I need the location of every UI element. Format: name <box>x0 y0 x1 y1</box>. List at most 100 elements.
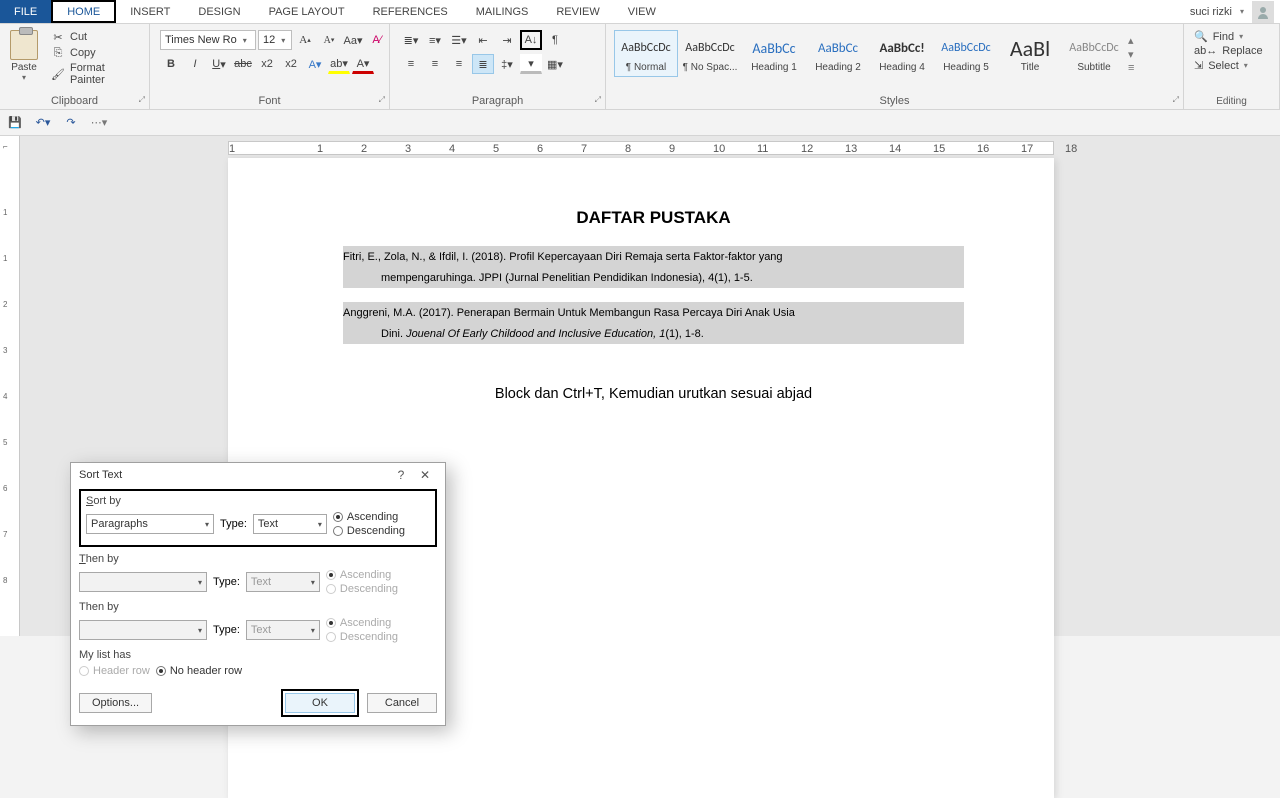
horizontal-ruler: 1123456789101112131415161718 <box>228 141 1054 155</box>
editing-group-label: Editing <box>1184 94 1279 109</box>
cut-button[interactable]: ✂Cut <box>48 29 143 45</box>
doc-title: DAFTAR PUSTAKA <box>343 208 964 228</box>
qat-more-icon[interactable]: ⋯▾ <box>90 114 108 132</box>
tab-references[interactable]: REFERENCES <box>359 0 462 23</box>
underline-icon[interactable]: U▾ <box>208 54 230 74</box>
style-h2[interactable]: AaBbCcHeading 2 <box>806 30 870 77</box>
cancel-button[interactable]: Cancel <box>367 693 437 713</box>
sort-by-section: Sort by Paragraphs▾ Type: Text▾ Ascendin… <box>79 489 437 547</box>
font-color-icon[interactable]: A▾ <box>352 54 374 74</box>
grow-font-icon[interactable]: A▴ <box>294 30 316 50</box>
font-group-label: Font⤢ <box>150 93 389 109</box>
options-button[interactable]: Options... <box>79 693 152 713</box>
style-h1[interactable]: AaBbCcHeading 1 <box>742 30 806 77</box>
sort-by-field-combo[interactable]: Paragraphs▾ <box>86 514 214 534</box>
save-icon[interactable]: 💾 <box>6 114 24 132</box>
header-row-radio[interactable]: Header row <box>79 665 150 677</box>
shading-icon[interactable]: ▾ <box>520 54 542 74</box>
brush-icon: 🖌 <box>51 67 65 81</box>
dialog-titlebar: Sort Text ? ✕ <box>71 463 445 487</box>
numbering-icon[interactable]: ≡▾ <box>424 30 446 50</box>
then1-asc-radio[interactable]: Ascending <box>326 569 398 581</box>
sort-icon[interactable]: A↓ <box>520 30 542 50</box>
vertical-ruler: ⌐ 1 1 2 3 4 5 6 7 8 <box>0 136 20 636</box>
redo-icon[interactable]: ↷ <box>62 114 80 132</box>
decrease-indent-icon[interactable]: ⇤ <box>472 30 494 50</box>
then2-desc-radio[interactable]: Descending <box>326 631 398 643</box>
tab-mailings[interactable]: MAILINGS <box>462 0 543 23</box>
tab-view[interactable]: VIEW <box>614 0 670 23</box>
highlight-icon[interactable]: ab▾ <box>328 54 350 74</box>
style-h5[interactable]: AaBbCcDcHeading 5 <box>934 30 998 77</box>
style-title[interactable]: AaBlTitle <box>998 30 1062 77</box>
style-subtitle[interactable]: AaBbCcDcSubtitle <box>1062 30 1126 77</box>
quick-access-toolbar: 💾 ↶▾ ↷ ⋯▾ <box>0 110 1280 136</box>
style-up-icon[interactable]: ▴ <box>1128 34 1138 47</box>
style-normal[interactable]: AaBbCcDc¶ Normal <box>614 30 678 77</box>
bold-icon[interactable]: B <box>160 54 182 74</box>
ascending-radio[interactable]: Ascending <box>333 511 405 523</box>
then-by-2-type-combo[interactable]: Text▾ <box>246 620 320 640</box>
sort-by-type-combo[interactable]: Text▾ <box>253 514 327 534</box>
then1-desc-radio[interactable]: Descending <box>326 583 398 595</box>
reference-2: Anggreni, M.A. (2017). Penerapan Bermain… <box>343 302 964 344</box>
instruction-text: Block dan Ctrl+T, Kemudian urutkan sesua… <box>343 386 964 402</box>
paste-button[interactable]: Paste ▾ <box>4 26 44 82</box>
sort-text-dialog: Sort Text ? ✕ Sort by Paragraphs▾ Type: … <box>70 462 446 726</box>
font-size-combo[interactable]: 12▾ <box>258 30 292 50</box>
borders-icon[interactable]: ▦▾ <box>544 54 566 74</box>
descending-radio[interactable]: Descending <box>333 525 405 537</box>
align-right-icon[interactable]: ≡ <box>448 54 470 74</box>
superscript-icon[interactable]: x2 <box>280 54 302 74</box>
format-painter-button[interactable]: 🖌Format Painter <box>48 61 143 87</box>
bullets-icon[interactable]: ≣▾ <box>400 30 422 50</box>
user-area[interactable]: suci rizki ▾ <box>1184 0 1280 23</box>
find-button[interactable]: 🔍Find▾ <box>1192 30 1265 43</box>
replace-button[interactable]: ab↔Replace <box>1192 45 1265 57</box>
then-by-2-field-combo[interactable]: ▾ <box>79 620 207 640</box>
strike-icon[interactable]: abc <box>232 54 254 74</box>
align-left-icon[interactable]: ≡ <box>400 54 422 74</box>
italic-icon[interactable]: I <box>184 54 206 74</box>
tab-insert[interactable]: INSERT <box>116 0 184 23</box>
styles-gallery[interactable]: AaBbCcDc¶ Normal AaBbCcDc¶ No Spac... Aa… <box>610 26 1140 77</box>
multilevel-icon[interactable]: ☰▾ <box>448 30 470 50</box>
close-icon[interactable]: ✕ <box>413 468 437 482</box>
no-header-row-radio[interactable]: No header row <box>156 665 242 677</box>
text-effects-icon[interactable]: A▾ <box>304 54 326 74</box>
then2-asc-radio[interactable]: Ascending <box>326 617 398 629</box>
increase-indent-icon[interactable]: ⇥ <box>496 30 518 50</box>
line-spacing-icon[interactable]: ‡▾ <box>496 54 518 74</box>
justify-icon[interactable]: ≣ <box>472 54 494 74</box>
subscript-icon[interactable]: x2 <box>256 54 278 74</box>
show-marks-icon[interactable]: ¶ <box>544 30 566 50</box>
font-name-combo[interactable]: Times New Ro▾ <box>160 30 256 50</box>
tab-review[interactable]: REVIEW <box>542 0 613 23</box>
dialog-title: Sort Text <box>79 469 122 481</box>
tab-home[interactable]: HOME <box>51 0 116 23</box>
undo-icon[interactable]: ↶▾ <box>34 114 52 132</box>
align-center-icon[interactable]: ≡ <box>424 54 446 74</box>
style-more-icon[interactable]: ≡ <box>1128 62 1138 74</box>
select-button[interactable]: ⇲Select▾ <box>1192 59 1265 72</box>
document-area: ⌐ 1 1 2 3 4 5 6 7 8 11234567891011121314… <box>0 136 1280 636</box>
ok-button[interactable]: OK <box>285 693 355 713</box>
then-by-1-type-combo[interactable]: Text▾ <box>246 572 320 592</box>
copy-icon: ⎘ <box>51 46 65 60</box>
tab-page-layout[interactable]: PAGE LAYOUT <box>255 0 359 23</box>
tab-file[interactable]: FILE <box>0 0 51 23</box>
style-down-icon[interactable]: ▾ <box>1128 48 1138 61</box>
then-by-1-field-combo[interactable]: ▾ <box>79 572 207 592</box>
help-button[interactable]: ? <box>389 468 413 482</box>
clear-formatting-icon[interactable]: A⁄ <box>366 30 388 50</box>
tab-design[interactable]: DESIGN <box>184 0 254 23</box>
paragraph-group-label: Paragraph⤢ <box>390 93 605 109</box>
reference-1: Fitri, E., Zola, N., & Ifdil, I. (2018).… <box>343 246 964 288</box>
shrink-font-icon[interactable]: A▾ <box>318 30 340 50</box>
type-label-1: Type: <box>220 518 247 530</box>
change-case-icon[interactable]: Aa▾ <box>342 30 364 50</box>
then-by-label-2: Then by <box>79 601 119 613</box>
style-h4[interactable]: AaBbCc!Heading 4 <box>870 30 934 77</box>
style-nospacing[interactable]: AaBbCcDc¶ No Spac... <box>678 30 742 77</box>
copy-button[interactable]: ⎘Copy <box>48 45 143 61</box>
